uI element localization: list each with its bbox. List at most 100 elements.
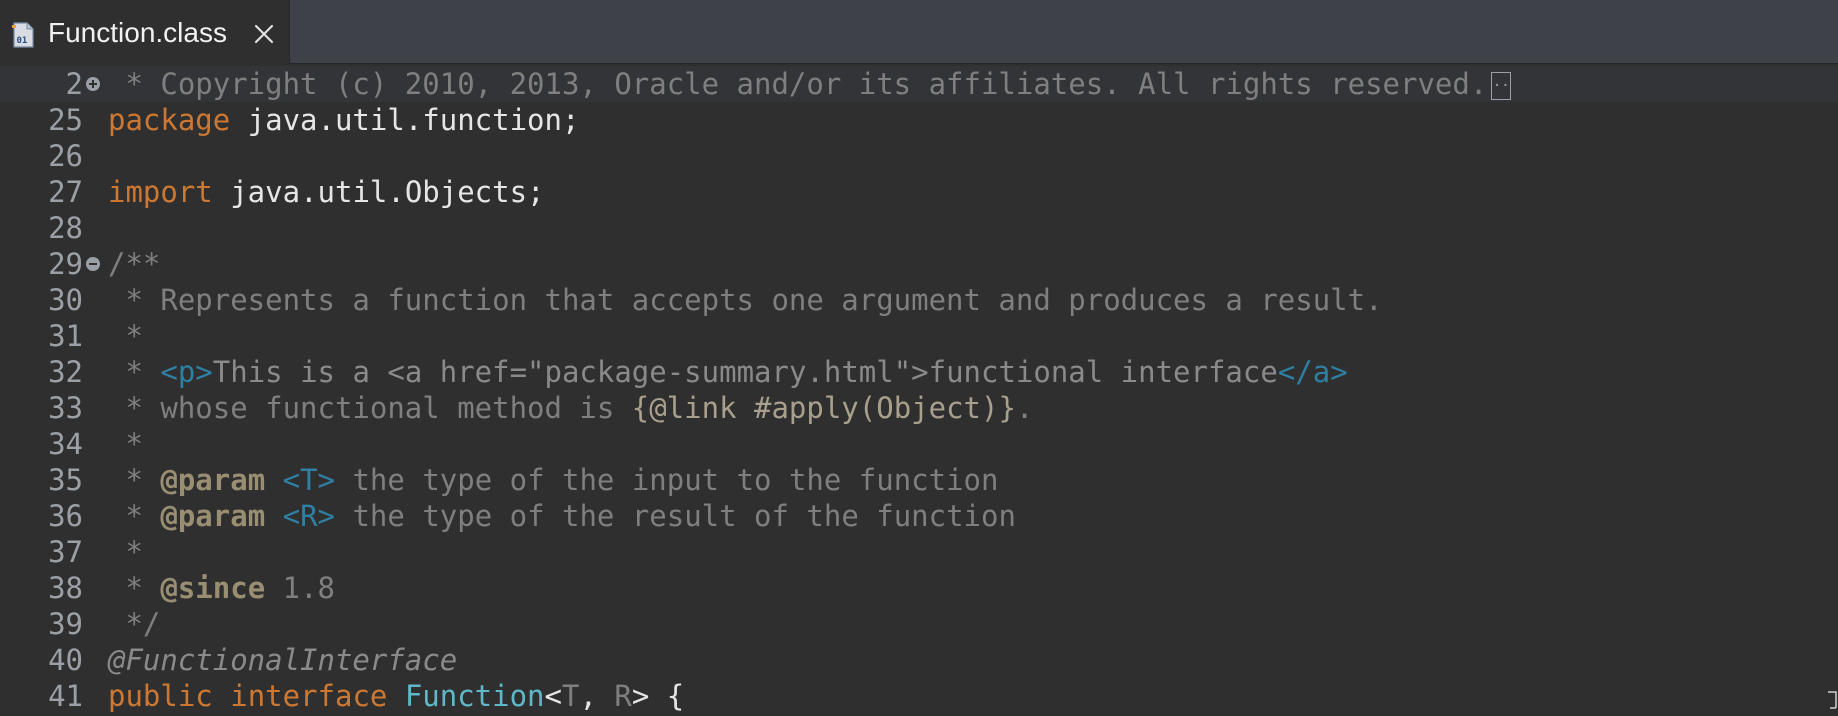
code-token: </a>: [1277, 355, 1348, 389]
code-token: This is a <a href="package-summary.html"…: [212, 355, 1278, 389]
code-token: .: [1015, 391, 1034, 425]
code-token: <R>: [282, 499, 336, 533]
fold-expand-icon[interactable]: [85, 76, 101, 92]
code-editor[interactable]: 2 * Copyright (c) 2010, 2013, Oracle and…: [0, 64, 1838, 716]
code-text: public interface Function<T, R> {: [108, 678, 684, 714]
line-number: 39: [48, 607, 83, 641]
code-text: *: [108, 426, 143, 462]
code-token: > {: [631, 679, 685, 713]
code-token: <T>: [282, 463, 336, 497]
code-text: *: [108, 534, 143, 570]
line-number: 36: [48, 499, 83, 533]
code-token: *: [108, 499, 161, 533]
code-token: *: [108, 535, 143, 569]
folded-region-marker[interactable]: ..: [1491, 72, 1512, 100]
close-icon[interactable]: [252, 22, 276, 46]
line-number: 27: [48, 175, 83, 209]
code-line[interactable]: 25 package java.util.function;: [0, 102, 1838, 138]
code-token: * Copyright (c) 2010, 2013, Oracle and/o…: [108, 67, 1488, 101]
code-token: interface: [230, 679, 388, 713]
svg-text:01: 01: [17, 36, 28, 46]
code-line[interactable]: 35 * @param <T> the type of the input to…: [0, 462, 1838, 498]
code-line[interactable]: 28: [0, 210, 1838, 246]
code-token: @FunctionalInterface: [108, 643, 458, 677]
code-text: import java.util.Objects;: [108, 174, 545, 210]
code-token: <p>: [160, 355, 213, 389]
code-token: */: [108, 607, 161, 641]
class-file-icon: 01: [12, 22, 34, 48]
code-line[interactable]: 38 * @since 1.8: [0, 570, 1838, 606]
code-line[interactable]: 29 /**: [0, 246, 1838, 282]
line-number: 41: [48, 679, 83, 713]
code-text: *: [108, 318, 143, 354]
code-text: package java.util.function;: [108, 102, 579, 138]
code-token: *: [108, 319, 143, 353]
code-token: 1.8: [265, 571, 335, 605]
code-text: * @since 1.8: [108, 570, 335, 606]
code-line[interactable]: 27 import java.util.Objects;: [0, 174, 1838, 210]
code-line[interactable]: 34 *: [0, 426, 1838, 462]
line-number: 40: [48, 643, 83, 677]
code-token: java.util.function;: [230, 103, 580, 137]
code-line[interactable]: 39 */: [0, 606, 1838, 642]
code-line[interactable]: 31 *: [0, 318, 1838, 354]
code-line[interactable]: 37 *: [0, 534, 1838, 570]
code-token: @since: [160, 571, 266, 605]
code-line[interactable]: 2 * Copyright (c) 2010, 2013, Oracle and…: [0, 66, 1838, 102]
code-token: * whose functional method is: [108, 391, 632, 425]
code-text: * whose functional method is {@link #app…: [108, 390, 1033, 426]
line-number: 32: [48, 355, 83, 389]
code-token: @param: [160, 499, 266, 533]
code-token: {@link #apply(Object)}: [631, 391, 1016, 425]
code-token: *: [108, 355, 161, 389]
code-token: import: [108, 175, 213, 209]
tab-function-class[interactable]: 01 Function.class: [0, 0, 290, 64]
code-token: *: [108, 463, 161, 497]
code-token: * Represents a function that accepts one…: [108, 283, 1383, 317]
line-number: 35: [48, 463, 83, 497]
line-number: 25: [48, 103, 83, 137]
code-token: R: [614, 679, 632, 713]
code-token: Function: [404, 679, 545, 713]
code-line[interactable]: 30 * Represents a function that accepts …: [0, 282, 1838, 318]
fold-collapse-icon[interactable]: [85, 256, 101, 272]
code-text: * <p>This is a <a href="package-summary.…: [108, 354, 1348, 390]
line-number: 38: [48, 571, 83, 605]
code-line[interactable]: 40 @FunctionalInterface: [0, 642, 1838, 678]
line-number: 37: [48, 535, 83, 569]
code-text: * Copyright (c) 2010, 2013, Oracle and/o…: [108, 66, 1512, 102]
line-number: 26: [48, 139, 83, 173]
line-number: 28: [48, 211, 83, 245]
code-text: /**: [108, 246, 160, 282]
line-number: 2: [65, 67, 83, 101]
editor-tab-bar: 01 Function.class: [0, 0, 1838, 64]
code-text: */: [108, 606, 160, 642]
code-text: * @param <T> the type of the input to th…: [108, 462, 998, 498]
code-token: ,: [579, 679, 615, 713]
code-token: T: [562, 679, 580, 713]
resize-grip-icon: [1828, 691, 1837, 709]
code-token: package: [108, 103, 231, 137]
line-number: 30: [48, 283, 83, 317]
line-number: 31: [48, 319, 83, 353]
code-line[interactable]: 32 * <p>This is a <a href="package-summa…: [0, 354, 1838, 390]
code-line[interactable]: 41 public interface Function<T, R> {: [0, 678, 1838, 714]
tab-title: Function.class: [48, 17, 227, 48]
code-line[interactable]: 26: [0, 138, 1838, 174]
code-text: @FunctionalInterface: [108, 642, 457, 678]
code-token: /**: [108, 247, 161, 281]
line-number: 29: [48, 247, 83, 281]
code-text: * Represents a function that accepts one…: [108, 282, 1383, 318]
code-token: <: [544, 679, 562, 713]
line-number: 34: [48, 427, 83, 461]
line-number: 33: [48, 391, 83, 425]
code-line[interactable]: 36 * @param <R> the type of the result o…: [0, 498, 1838, 534]
code-text: * @param <R> the type of the result of t…: [108, 498, 1015, 534]
code-token: *: [108, 571, 161, 605]
code-token: *: [108, 427, 143, 461]
code-line[interactable]: 33 * whose functional method is {@link #…: [0, 390, 1838, 426]
